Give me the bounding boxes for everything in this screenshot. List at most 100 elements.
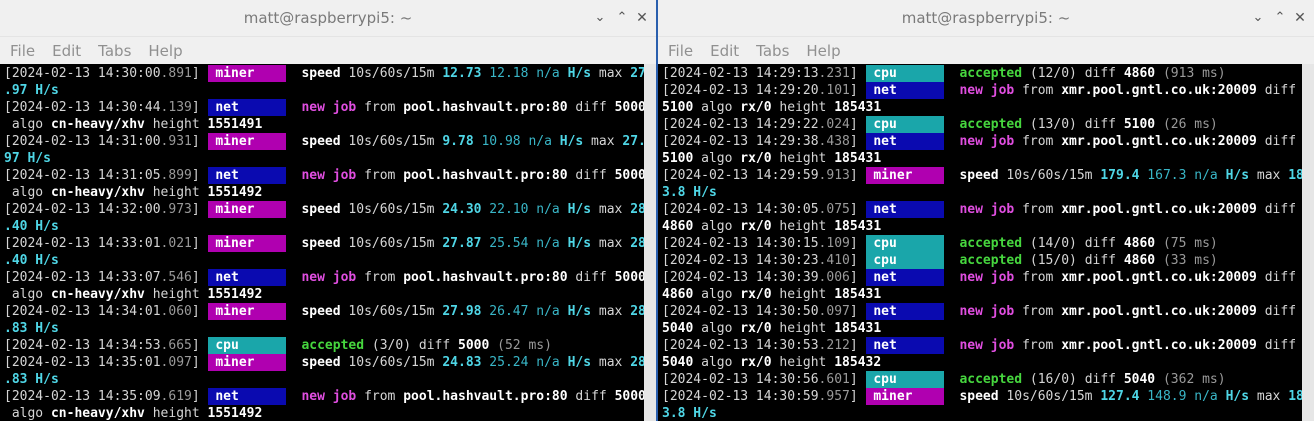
- titlebar[interactable]: matt@raspberrypi5: ~ ⌄ ⌃ ✕: [0, 0, 656, 37]
- close-icon[interactable]: ✕: [1292, 9, 1308, 27]
- log-text: algo: [693, 355, 741, 370]
- log-text: 10s/60s/15m: [340, 355, 443, 370]
- menu-help[interactable]: Help: [148, 42, 182, 60]
- log-text: [2024-02-13 14:32:00: [4, 202, 161, 217]
- terminal-output[interactable]: [2024-02-13 14:29:13.231] cpu accepted (…: [658, 64, 1302, 421]
- maximize-icon[interactable]: ⌃: [614, 9, 630, 27]
- menu-file[interactable]: File: [10, 42, 35, 60]
- terminal-line: .40 H/s: [4, 252, 644, 269]
- log-text: (26 ms): [1155, 117, 1218, 132]
- log-text: .957: [818, 389, 850, 404]
- log-text: max: [583, 134, 623, 149]
- log-text: cn-heavy/xhv: [50, 287, 145, 302]
- log-text: 185431: [834, 100, 882, 115]
- net-badge: net: [207, 167, 286, 184]
- menu-tabs[interactable]: Tabs: [98, 42, 131, 60]
- log-text: 28: [630, 355, 644, 370]
- maximize-icon[interactable]: ⌃: [1272, 9, 1288, 27]
- log-text: new job: [301, 270, 357, 285]
- log-text: 3.8 H/s: [662, 406, 717, 421]
- log-text: diff: [567, 389, 615, 404]
- log-text: cn-heavy/xhv: [50, 117, 145, 132]
- terminal-line: [2024-02-13 14:34:01.060] miner speed 10…: [4, 303, 644, 320]
- log-text: xmr.pool.gntl.co.uk:20009: [1061, 270, 1257, 285]
- log-text: ]: [849, 253, 866, 268]
- log-text: ]: [191, 202, 208, 217]
- terminal-window-right[interactable]: matt@raspberrypi5: ~ ⌄ ⌃ ✕ File Edit Tab…: [658, 0, 1314, 421]
- titlebar[interactable]: matt@raspberrypi5: ~ ⌄ ⌃ ✕: [658, 0, 1314, 37]
- log-text: [2024-02-13 14:29:20: [662, 83, 819, 98]
- terminal-line: [2024-02-13 14:29:22.024] cpu accepted (…: [662, 116, 1302, 133]
- terminal-line: 5100 algo rx/0 height 185431: [662, 150, 1302, 167]
- log-text: rx/0: [740, 287, 772, 302]
- log-text: [2024-02-13 14:35:09: [4, 389, 161, 404]
- log-text: [2024-02-13 14:31:05: [4, 168, 161, 183]
- log-text: .665: [160, 338, 192, 353]
- menu-edit[interactable]: Edit: [710, 42, 739, 60]
- log-text: .97 H/s: [4, 83, 59, 98]
- log-text: .899: [160, 168, 192, 183]
- log-text: from: [356, 270, 404, 285]
- minimize-icon[interactable]: ⌄: [1250, 9, 1266, 27]
- miner-badge: miner: [207, 235, 286, 252]
- terminal-line: algo cn-heavy/xhv height 1551492: [4, 405, 644, 421]
- terminal-line: 3.8 H/s: [662, 184, 1302, 201]
- log-text: 24.30: [442, 202, 482, 217]
- log-text: diff: [1256, 338, 1297, 353]
- log-text: pool.hashvault.pro:80: [403, 100, 568, 115]
- log-text: .546: [160, 270, 192, 285]
- menu-help[interactable]: Help: [806, 42, 840, 60]
- log-text: 5100: [662, 151, 694, 166]
- log-text: new job: [959, 304, 1015, 319]
- log-text: xmr.pool.gntl.co.uk:20009: [1061, 134, 1257, 149]
- log-text: height: [771, 287, 835, 302]
- log-text: accepted: [959, 372, 1023, 387]
- log-text: from: [1014, 338, 1062, 353]
- log-text: algo: [693, 219, 741, 234]
- log-text: .83 H/s: [4, 372, 59, 387]
- log-text: algo: [693, 100, 741, 115]
- log-text: cn-heavy/xhv: [50, 185, 145, 200]
- log-text: algo: [693, 151, 741, 166]
- terminal-window-left[interactable]: matt@raspberrypi5: ~ ⌄ ⌃ ✕ File Edit Tab…: [0, 0, 656, 421]
- cpu-badge: cpu: [865, 371, 944, 388]
- menu-file[interactable]: File: [668, 42, 693, 60]
- log-text: .83 H/s: [4, 321, 59, 336]
- log-text: speed: [301, 66, 341, 81]
- menu-edit[interactable]: Edit: [52, 42, 81, 60]
- log-text: accepted: [959, 117, 1023, 132]
- log-text: .40 H/s: [4, 219, 59, 234]
- log-text: from: [356, 100, 404, 115]
- log-text: ]: [191, 100, 208, 115]
- log-text: 28: [630, 304, 644, 319]
- log-text: [2024-02-13 14:30:59: [662, 389, 819, 404]
- log-text: (33 ms): [1155, 253, 1218, 268]
- terminal-output[interactable]: [2024-02-13 14:30:00.891] miner speed 10…: [0, 64, 644, 421]
- log-text: [2024-02-13 14:35:01: [4, 355, 161, 370]
- miner-badge: miner: [865, 388, 944, 405]
- log-text: diff: [567, 168, 615, 183]
- log-text: (75 ms): [1155, 236, 1218, 251]
- log-text: ]: [191, 355, 208, 370]
- log-text: 10s/60s/15m: [998, 168, 1101, 183]
- log-text: 10s/60s/15m: [340, 236, 443, 251]
- net-badge: net: [865, 337, 944, 354]
- log-text: .075: [818, 202, 850, 217]
- log-text: ]: [191, 134, 208, 149]
- log-text: H/s: [1225, 168, 1250, 183]
- log-text: xmr.pool.gntl.co.uk:20009: [1061, 202, 1257, 217]
- terminal-line: [2024-02-13 14:30:44.139] net new job fr…: [4, 99, 644, 116]
- menu-tabs[interactable]: Tabs: [756, 42, 789, 60]
- log-text: 185431: [834, 321, 882, 336]
- scrollbar[interactable]: [644, 64, 656, 421]
- log-text: ]: [191, 270, 208, 285]
- scrollbar[interactable]: [1302, 64, 1314, 421]
- log-text: 27.98: [442, 304, 482, 319]
- close-icon[interactable]: ✕: [634, 9, 650, 27]
- minimize-icon[interactable]: ⌄: [592, 9, 608, 27]
- log-text: height: [771, 219, 835, 234]
- net-badge: net: [865, 303, 944, 320]
